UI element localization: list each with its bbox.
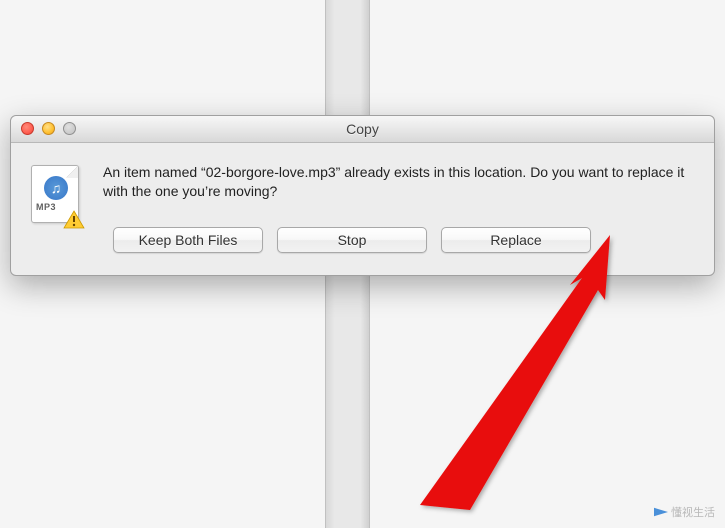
- replace-button[interactable]: Replace: [441, 227, 591, 253]
- file-type-label: MP3: [36, 202, 56, 212]
- titlebar: Copy: [11, 116, 714, 143]
- window-controls: [21, 122, 76, 135]
- icon-area: ♫ MP3: [31, 163, 83, 253]
- copy-dialog: Copy ♫ MP3 An item named “02-borgore-lov…: [10, 115, 715, 276]
- watermark-text: 懂视生活: [671, 504, 715, 520]
- dialog-content: ♫ MP3 An item named “02-borgore-love.mp3…: [11, 143, 714, 275]
- mp3-file-icon: ♫ MP3: [31, 165, 81, 227]
- keep-both-button[interactable]: Keep Both Files: [113, 227, 263, 253]
- music-note-icon: ♫: [44, 176, 68, 200]
- close-button[interactable]: [21, 122, 34, 135]
- watermark-icon: [654, 505, 668, 519]
- warning-icon: [63, 210, 85, 229]
- zoom-button[interactable]: [63, 122, 76, 135]
- button-row: Keep Both Files Stop Replace: [103, 227, 689, 253]
- message-area: An item named “02-borgore-love.mp3” alre…: [103, 163, 689, 253]
- stop-button[interactable]: Stop: [277, 227, 427, 253]
- minimize-button[interactable]: [42, 122, 55, 135]
- dialog-title: Copy: [346, 121, 379, 137]
- watermark: 懂视生活: [654, 504, 715, 520]
- dialog-message: An item named “02-borgore-love.mp3” alre…: [103, 163, 689, 201]
